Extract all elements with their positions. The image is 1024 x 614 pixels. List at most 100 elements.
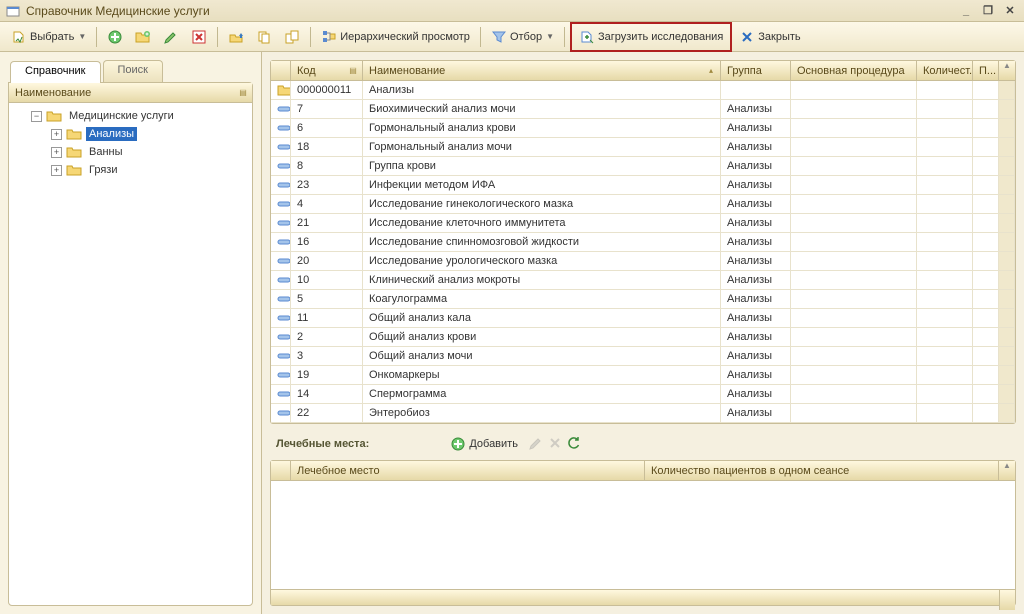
sub-col-place[interactable]: Лечебное место [291,461,645,481]
add-place-button[interactable]: Добавить [445,433,523,455]
sub-col-icon[interactable] [271,461,291,481]
table-row[interactable]: 000000011Анализы [271,81,1015,100]
tab-reference[interactable]: Справочник [10,61,101,83]
tree-item[interactable]: +Грязи [11,161,250,179]
collapse-icon[interactable]: − [31,111,42,122]
expand-icon[interactable]: + [51,165,62,176]
cell-name: Группа крови [363,157,721,175]
level-up-icon [228,29,244,45]
tree-root[interactable]: − Медицинские услуги [11,107,250,125]
edit-button[interactable] [158,26,184,48]
refresh-icon[interactable] [567,436,581,453]
hierarchy-button[interactable]: Иерархический просмотр [316,26,475,48]
folder-icon [66,163,82,177]
copy1-button[interactable] [251,26,277,48]
sub-grid-body[interactable] [271,481,1015,589]
item-icon [277,273,291,287]
cell-code: 4 [291,195,363,213]
move-up-button[interactable] [223,26,249,48]
cell-name: Энтеробиоз [363,404,721,422]
cell-qty [917,271,973,289]
table-row[interactable]: 16Исследование спинномозговой жидкостиАн… [271,233,1015,252]
item-icon [277,292,291,306]
scroll-up[interactable]: ▲ [999,61,1015,81]
filter-label: Отбор [510,31,542,43]
cell-p [973,385,999,403]
tree-item[interactable]: +Анализы [11,125,250,143]
tree-header-label: Наименование [15,87,91,99]
copy2-button[interactable] [279,26,305,48]
cell-code: 22 [291,404,363,422]
col-qty[interactable]: Количест... [917,61,973,81]
table-row[interactable]: 22ЭнтеробиозАнализы [271,404,1015,423]
table-row[interactable]: 8Группа кровиАнализы [271,157,1015,176]
minimize-button[interactable]: _ [958,4,974,18]
grid-body[interactable]: 000000011Анализы7Биохимический анализ мо… [271,81,1015,423]
load-research-button[interactable]: Загрузить исследования [574,26,728,48]
cell-code: 19 [291,366,363,384]
table-row[interactable]: 21Исследование клеточного иммунитетаАнал… [271,214,1015,233]
restore-button[interactable]: ❐ [980,4,996,18]
load-research-label: Загрузить исследования [598,31,723,43]
table-row[interactable]: 2Общий анализ кровиАнализы [271,328,1015,347]
cell-code: 10 [291,271,363,289]
col-code[interactable]: Код▤ [291,61,363,81]
tab-search[interactable]: Поиск [103,60,163,82]
table-row[interactable]: 4Исследование гинекологического мазкаАна… [271,195,1015,214]
table-row[interactable]: 20Исследование урологического мазкаАнали… [271,252,1015,271]
cell-group: Анализы [721,271,791,289]
table-row[interactable]: 11Общий анализ калаАнализы [271,309,1015,328]
cell-group: Анализы [721,176,791,194]
col-p[interactable]: П... [973,61,999,81]
close-window-button[interactable]: ✕ [1002,4,1018,18]
cell-proc [791,347,917,365]
expand-icon[interactable]: + [51,129,62,140]
sub-col-count[interactable]: Количество пациентов в одном сеансе [645,461,999,481]
table-row[interactable]: 6Гормональный анализ кровиАнализы [271,119,1015,138]
table-row[interactable]: 23Инфекции методом ИФААнализы [271,176,1015,195]
col-name[interactable]: Наименование▴ [363,61,721,81]
cell-name: Биохимический анализ мочи [363,100,721,118]
sub-scroll-up[interactable]: ▲ [999,461,1015,481]
filter-icon [491,29,507,45]
cell-group: Анализы [721,385,791,403]
cell-p [973,233,999,251]
select-button[interactable]: Выбрать ▼ [6,26,91,48]
cell-proc [791,157,917,175]
cell-group [721,81,791,99]
tree[interactable]: − Медицинские услуги +Анализы+Ванны+Гряз… [9,103,252,605]
load-icon [579,29,595,45]
table-row[interactable]: 14СпермограммаАнализы [271,385,1015,404]
col-group[interactable]: Группа [721,61,791,81]
tree-item[interactable]: +Ванны [11,143,250,161]
table-row[interactable]: 18Гормональный анализ мочиАнализы [271,138,1015,157]
table-row[interactable]: 19ОнкомаркерыАнализы [271,366,1015,385]
cell-proc [791,100,917,118]
item-icon [277,311,291,325]
tree-header[interactable]: Наименование ▤ [9,83,252,103]
cell-name: Анализы [363,81,721,99]
cell-group: Анализы [721,214,791,232]
cell-name: Исследование клеточного иммунитета [363,214,721,232]
pencil-icon [163,29,179,45]
table-row[interactable]: 3Общий анализ мочиАнализы [271,347,1015,366]
folder-icon [66,145,82,159]
scroll-corner [999,590,1015,610]
filter-button[interactable]: Отбор ▼ [486,26,559,48]
cell-proc [791,195,917,213]
expand-icon[interactable]: + [51,147,62,158]
cell-proc [791,81,917,99]
col-proc[interactable]: Основная процедура [791,61,917,81]
table-row[interactable]: 7Биохимический анализ мочиАнализы [271,100,1015,119]
add-folder-button[interactable] [130,26,156,48]
col-icon[interactable] [271,61,291,81]
add-button[interactable] [102,26,128,48]
cell-proc [791,385,917,403]
close-button[interactable]: Закрыть [734,26,805,48]
cell-name: Общий анализ мочи [363,347,721,365]
table-row[interactable]: 5КоагулограммаАнализы [271,290,1015,309]
cell-code: 6 [291,119,363,137]
delete-button[interactable] [186,26,212,48]
folder-icon [66,127,82,141]
table-row[interactable]: 10Клинический анализ мокротыАнализы [271,271,1015,290]
